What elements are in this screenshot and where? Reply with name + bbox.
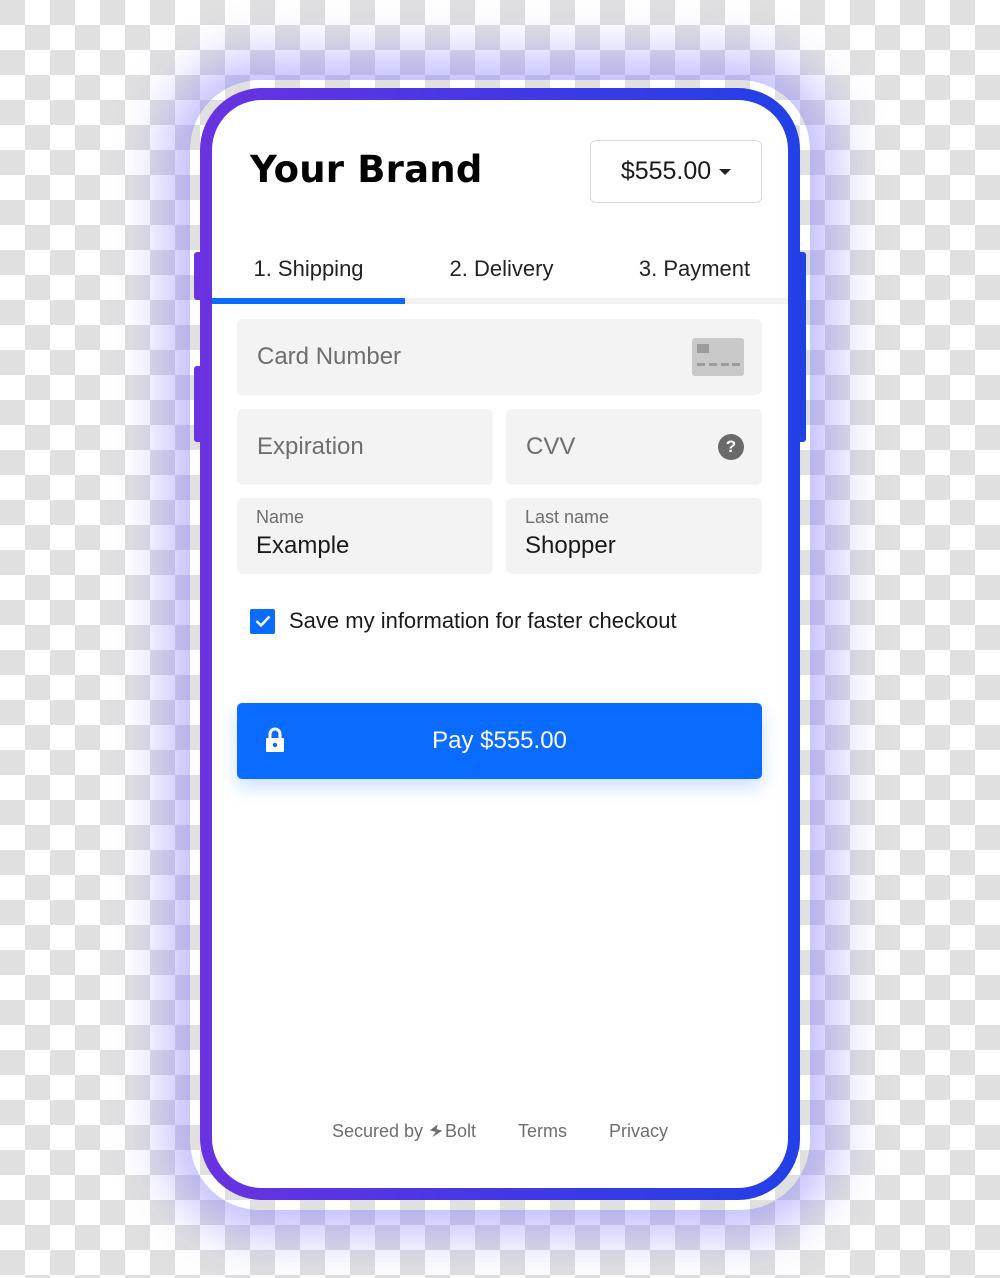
phone-frame: Your Brand $555.00 1. Shipping 2. Delive… <box>194 88 806 1200</box>
amount-value: $555.00 <box>620 157 712 185</box>
privacy-link[interactable]: Privacy <box>609 1121 668 1142</box>
lock-icon <box>266 727 284 752</box>
save-info-label: Save my information for faster checkout <box>289 608 677 633</box>
tab-payment[interactable]: 3. Payment <box>598 240 788 298</box>
phone-side-button <box>796 252 806 442</box>
footer: Secured by Bolt Terms Privacy <box>212 1118 788 1144</box>
save-info-row[interactable]: Save my information for faster checkout <box>250 606 677 636</box>
cvv-placeholder: CVV <box>526 433 576 460</box>
checkmark-icon <box>255 615 270 627</box>
terms-link[interactable]: Terms <box>518 1121 567 1142</box>
bolt-icon <box>429 1124 443 1138</box>
phone-side-button <box>194 366 204 442</box>
header: Your Brand $555.00 <box>212 100 788 240</box>
caret-down-icon <box>719 168 732 175</box>
credit-card-icon <box>692 338 744 376</box>
expiration-input[interactable]: Expiration <box>237 409 493 485</box>
card-number-input[interactable]: Card Number <box>237 319 762 395</box>
cvv-input[interactable]: CVV ? <box>506 409 762 485</box>
first-name-input[interactable]: Name Example <box>237 498 493 574</box>
secured-by-bolt[interactable]: Secured by Bolt <box>332 1121 476 1142</box>
checkout-steps: 1. Shipping 2. Delivery 3. Payment <box>212 240 788 304</box>
phone-side-button <box>194 252 204 300</box>
last-name-value: Shopper <box>525 532 616 559</box>
last-name-input[interactable]: Last name Shopper <box>506 498 762 574</box>
first-name-value: Example <box>256 532 350 559</box>
bolt-provider: Bolt <box>445 1120 477 1141</box>
help-icon[interactable]: ? <box>718 434 744 460</box>
brand-logo: Your Brand <box>250 148 483 191</box>
save-info-checkbox[interactable] <box>250 608 275 634</box>
pay-button-label: Pay $555.00 <box>432 727 567 754</box>
pay-button[interactable]: Pay $555.00 <box>237 703 762 779</box>
checkout-screen: Your Brand $555.00 1. Shipping 2. Delive… <box>212 100 788 1188</box>
first-name-label: Name <box>256 507 305 527</box>
active-tab-indicator <box>212 298 405 304</box>
expiration-placeholder: Expiration <box>257 433 364 460</box>
amount-dropdown[interactable]: $555.00 <box>590 140 762 203</box>
secured-by-text: Secured by <box>331 1120 423 1141</box>
card-number-placeholder: Card Number <box>257 343 402 370</box>
last-name-label: Last name <box>525 507 610 527</box>
tab-shipping[interactable]: 1. Shipping <box>212 240 405 298</box>
tab-delivery[interactable]: 2. Delivery <box>405 240 598 298</box>
